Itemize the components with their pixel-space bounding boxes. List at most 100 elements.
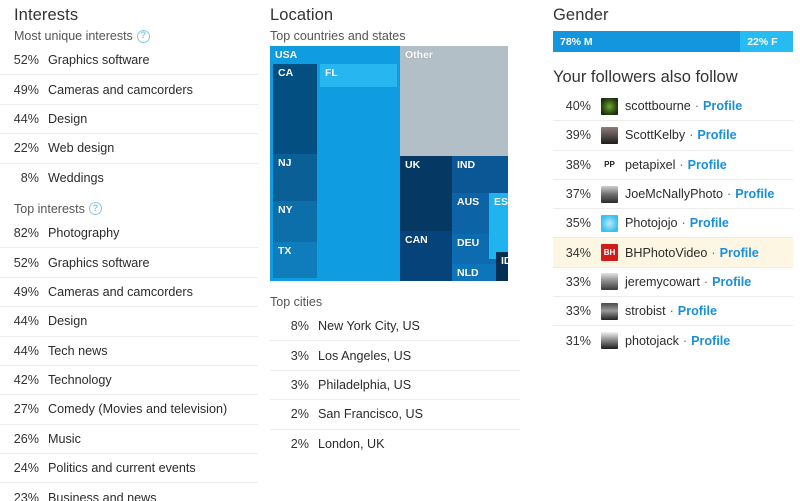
- treemap-tile-label: USA: [275, 49, 298, 61]
- most-unique-interests-label: Most unique interests: [14, 29, 133, 43]
- most-unique-interest-row: 44% Design: [0, 105, 258, 135]
- follower-username[interactable]: JoeMcNallyPhoto: [625, 187, 723, 201]
- percent-value: 27%: [13, 402, 39, 417]
- follower-profile-link[interactable]: Profile: [690, 216, 729, 230]
- treemap-tile-tx[interactable]: TX: [273, 242, 317, 278]
- top-city-row: 3% Los Angeles, US: [270, 341, 520, 371]
- most-unique-interest-row: 8% Weddings: [0, 164, 258, 192]
- top-cities-list: 8% New York City, US 3% Los Angeles, US 3% Ph…: [270, 312, 520, 458]
- avatar-scottkelby[interactable]: [601, 126, 618, 144]
- item-label: Cameras and camcorders: [48, 284, 193, 299]
- top-interest-row: 23% Business and news: [0, 483, 258, 501]
- follower-profile-link[interactable]: Profile: [712, 275, 751, 289]
- treemap-tile-esp[interactable]: ESP: [489, 193, 508, 259]
- avatar-bhphotovideo[interactable]: BH: [601, 244, 618, 262]
- follower-percent: 33%: [565, 304, 591, 319]
- top-interest-row: 52% Graphics software: [0, 248, 258, 278]
- countries-states-treemap[interactable]: USA CA NJ NY TX FL Other UK CAN IND AUS DEU NLD ESP ID…: [270, 46, 508, 281]
- follower-profile-link[interactable]: Profile: [720, 246, 759, 260]
- follower-profile-link[interactable]: Profile: [678, 304, 717, 318]
- separator-dot: ·: [679, 157, 684, 172]
- separator-dot: ·: [727, 187, 732, 202]
- avatar-photojack[interactable]: [601, 332, 618, 350]
- avatar-petapixel[interactable]: PP: [601, 156, 618, 174]
- treemap-tile-label: TX: [278, 245, 292, 257]
- percent-value: 44%: [13, 314, 39, 329]
- treemap-tile-label: UK: [405, 159, 421, 171]
- separator-dot: ·: [694, 99, 700, 114]
- follower-percent: 38%: [565, 157, 591, 172]
- percent-value: 23%: [13, 490, 39, 501]
- item-label: New York City, US: [318, 319, 420, 334]
- location-panel: Location Top countries and states USA CA N…: [270, 0, 520, 458]
- top-city-row: 8% New York City, US: [270, 312, 520, 342]
- avatar-jeremycowart[interactable]: [601, 273, 618, 291]
- follower-username[interactable]: jeremycowart: [625, 275, 700, 289]
- percent-value: 3%: [290, 348, 309, 363]
- item-label: Politics and current events: [48, 461, 196, 476]
- follower-username[interactable]: BHPhotoVideo: [625, 246, 707, 260]
- follower-row: 35% Photojojo · Profile: [553, 209, 793, 239]
- help-circle-icon[interactable]: ?: [136, 29, 150, 43]
- follower-username[interactable]: petapixel: [625, 158, 675, 172]
- follower-username[interactable]: ScottKelby: [625, 128, 685, 142]
- follower-percent: 37%: [565, 187, 591, 202]
- separator-dot: ·: [681, 216, 686, 231]
- follower-profile-link[interactable]: Profile: [703, 99, 742, 113]
- item-label: Philadelphia, US: [318, 377, 412, 392]
- follower-profile-link[interactable]: Profile: [688, 158, 727, 172]
- percent-value: 2%: [290, 407, 309, 422]
- item-label: Comedy (Movies and television): [48, 402, 228, 417]
- percent-value: 8%: [290, 319, 309, 334]
- item-label: Music: [48, 431, 81, 446]
- avatar-strobist[interactable]: [601, 302, 618, 320]
- treemap-tile-label: DEU: [457, 237, 480, 249]
- treemap-tile-idn[interactable]: IDN: [496, 252, 508, 281]
- top-interest-row: 82% Photography: [0, 219, 258, 249]
- separator-dot: ·: [711, 245, 716, 260]
- gender-male-segment: 78% M: [553, 31, 741, 52]
- treemap-tile-fl[interactable]: FL: [320, 64, 397, 87]
- percent-value: 52%: [13, 53, 39, 68]
- separator-dot: ·: [703, 274, 709, 289]
- percent-value: 26%: [13, 431, 39, 446]
- separator-dot: ·: [682, 333, 688, 348]
- follower-row: 33% jeremycowart · Profile: [553, 268, 793, 298]
- percent-value: 22%: [13, 141, 39, 156]
- gender-female-segment: 22% F: [740, 31, 793, 52]
- follower-username[interactable]: photojack: [625, 334, 679, 348]
- item-label: London, UK: [318, 436, 385, 451]
- top-cities-label: Top cities: [270, 295, 323, 309]
- avatar-joemcnallyphoto[interactable]: [601, 185, 618, 203]
- top-interest-row: 49% Cameras and camcorders: [0, 278, 258, 308]
- avatar-scottbourne[interactable]: [601, 97, 618, 115]
- treemap-tile-label: NJ: [278, 157, 292, 169]
- treemap-tile-label: CA: [278, 67, 294, 79]
- help-circle-icon[interactable]: ?: [88, 202, 102, 216]
- treemap-tile-label: CAN: [405, 234, 428, 246]
- most-unique-interests-subtitle: Most unique interests ?: [0, 27, 258, 46]
- item-label: Technology: [48, 373, 112, 388]
- treemap-tile-label: NY: [278, 204, 293, 216]
- avatar-photojojo[interactable]: [601, 214, 618, 232]
- treemap-tile-label: FL: [325, 67, 338, 79]
- percent-value: 44%: [13, 343, 39, 358]
- follower-profile-link[interactable]: Profile: [735, 187, 774, 201]
- percent-value: 49%: [13, 284, 39, 299]
- top-city-row: 2% London, UK: [270, 430, 520, 458]
- percent-value: 42%: [13, 373, 39, 388]
- item-label: Graphics software: [48, 53, 150, 68]
- follower-profile-link[interactable]: Profile: [691, 334, 730, 348]
- percent-value: 24%: [13, 461, 39, 476]
- percent-value: 49%: [13, 82, 39, 97]
- follower-row: 33% strobist · Profile: [553, 297, 793, 327]
- follower-profile-link[interactable]: Profile: [697, 128, 736, 142]
- treemap-tile-can[interactable]: CAN: [400, 231, 452, 281]
- interests-title: Interests: [14, 6, 79, 24]
- follower-username[interactable]: Photojojo: [625, 216, 678, 230]
- follower-username[interactable]: scottbourne: [625, 99, 691, 113]
- follower-username[interactable]: strobist: [625, 304, 666, 318]
- item-label: Cameras and camcorders: [48, 82, 193, 97]
- item-label: Design: [48, 314, 88, 329]
- most-unique-interests-list: 52% Graphics software 49% Cameras and camco…: [0, 46, 258, 192]
